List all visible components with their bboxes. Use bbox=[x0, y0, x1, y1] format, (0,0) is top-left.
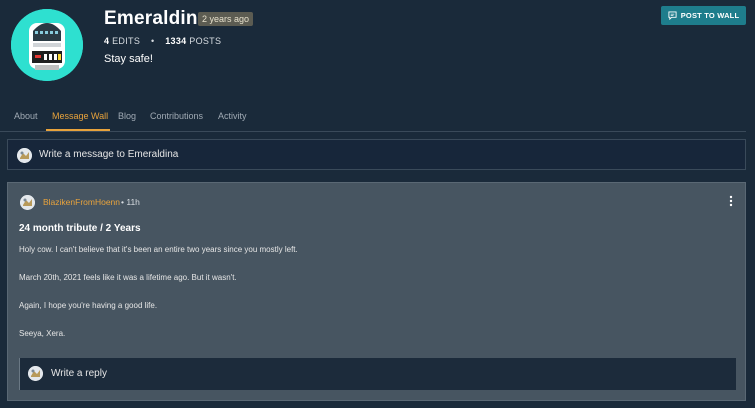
tab-contributions[interactable]: Contributions bbox=[150, 111, 203, 121]
active-tab-indicator bbox=[46, 129, 110, 131]
profile-username: Emeraldina bbox=[104, 8, 209, 29]
edits-label: EDITS bbox=[112, 36, 141, 46]
profile-tabs: About Message Wall Blog Contributions Ac… bbox=[0, 104, 746, 132]
post-paragraph: Again, I hope you're having a good life. bbox=[19, 301, 158, 310]
post-paragraph: Holy cow. I can't believe that it's been… bbox=[19, 245, 298, 254]
time-separator: • bbox=[121, 197, 124, 207]
reply-user-avatar bbox=[28, 366, 43, 381]
age-badge: 2 years ago bbox=[198, 12, 254, 26]
post-author-link[interactable]: BlazikenFromHoenn bbox=[43, 197, 120, 207]
author-avatar[interactable] bbox=[20, 195, 35, 210]
post-time: 11h bbox=[126, 197, 140, 207]
more-vertical-icon[interactable] bbox=[728, 195, 734, 207]
wall-post: BlazikenFromHoenn • 11h 24 month tribute… bbox=[7, 182, 746, 401]
tab-message-wall[interactable]: Message Wall bbox=[52, 111, 108, 121]
post-paragraph: Seeya, Xera. bbox=[19, 329, 66, 338]
profile-bio: Stay safe! bbox=[104, 53, 153, 65]
tab-activity[interactable]: Activity bbox=[218, 111, 247, 121]
message-composer[interactable]: Write a message to Emeraldina bbox=[7, 139, 746, 170]
edits-count: 4 bbox=[104, 36, 110, 46]
post-timestamp: • 11h bbox=[121, 197, 140, 207]
message-icon bbox=[668, 11, 677, 20]
posts-count: 1334 bbox=[165, 36, 187, 46]
profile-avatar bbox=[11, 9, 83, 81]
post-to-wall-button[interactable]: POST TO WALL bbox=[661, 6, 746, 25]
composer-placeholder: Write a message to Emeraldina bbox=[39, 149, 179, 160]
reply-input[interactable]: Write a reply bbox=[19, 358, 736, 390]
reply-placeholder: Write a reply bbox=[51, 368, 107, 379]
post-paragraph: March 20th, 2021 feels like it was a lif… bbox=[19, 273, 237, 282]
post-title: 24 month tribute / 2 Years bbox=[19, 223, 141, 234]
user-avatar bbox=[17, 148, 32, 163]
tab-blog[interactable]: Blog bbox=[118, 111, 136, 121]
profile-stats: 4 EDITS • 1334 POSTS bbox=[104, 36, 221, 46]
posts-label: POSTS bbox=[189, 36, 222, 46]
tab-about[interactable]: About bbox=[14, 111, 38, 121]
stats-separator: • bbox=[150, 36, 155, 46]
post-to-wall-label: POST TO WALL bbox=[680, 11, 740, 20]
